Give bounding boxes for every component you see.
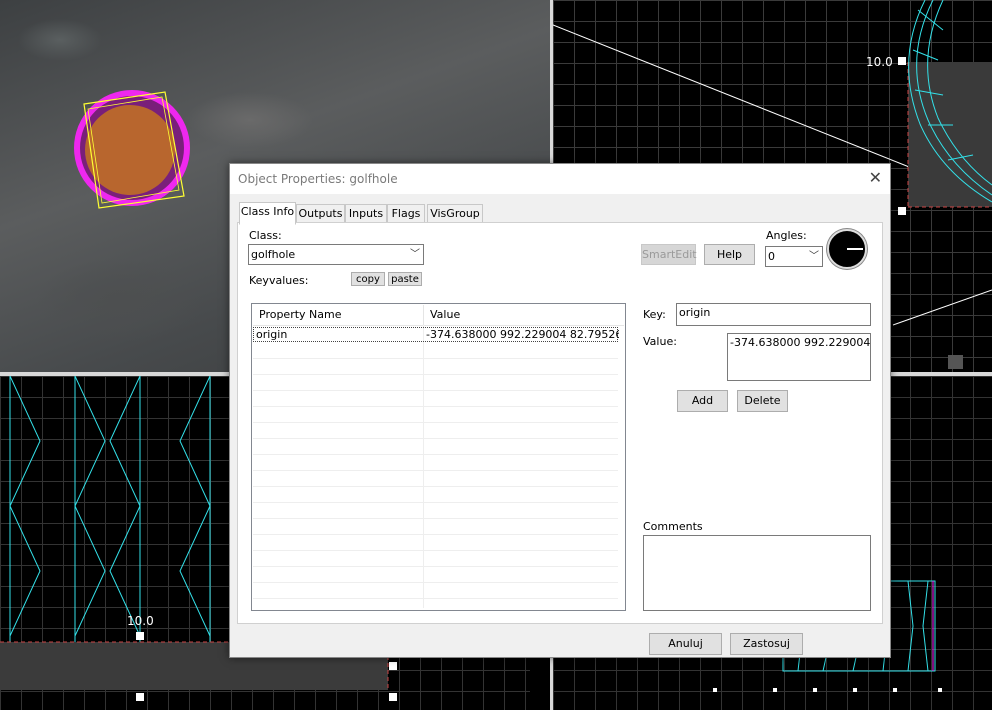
comments-field[interactable] (643, 535, 871, 611)
copy-button[interactable]: copy (351, 272, 385, 286)
table-row-empty (253, 583, 618, 599)
handle (389, 662, 397, 670)
class-select-value: golfhole (251, 248, 296, 261)
handle (898, 207, 906, 215)
table-row-empty (253, 343, 618, 359)
smartedit-button[interactable]: SmartEdit (641, 244, 697, 265)
tab-visgroup[interactable]: VisGroup (427, 204, 483, 224)
class-label: Class: (249, 229, 282, 242)
table-header: Property Name Value (253, 305, 624, 326)
dialog-title: Object Properties: golfhole (238, 172, 398, 186)
table-row-empty (253, 375, 618, 391)
table-row-empty (253, 503, 618, 519)
key-field[interactable]: origin (676, 303, 871, 326)
table-row-empty (253, 391, 618, 407)
comments-label: Comments (643, 520, 703, 533)
table-row-empty (253, 519, 618, 535)
row-property-name: origin (256, 328, 288, 341)
angle-compass-widget[interactable] (827, 229, 867, 269)
value-field[interactable]: -374.638000 992.229004 82. (727, 333, 871, 381)
handle (389, 693, 397, 701)
cancel-button[interactable]: Anuluj (649, 633, 722, 655)
table-row-empty (253, 535, 618, 551)
class-select[interactable]: golfhole ﹀ (248, 244, 424, 265)
row-value: -374.638000 992.229004 82.795265 (426, 328, 619, 341)
table-row-empty (253, 423, 618, 439)
table-row-empty (253, 567, 618, 583)
handle (898, 57, 906, 65)
table-row-empty (253, 455, 618, 471)
handle (136, 632, 144, 640)
column-header-property-name[interactable]: Property Name (253, 305, 424, 325)
keyvalues-table: Property Name Value origin -374.638000 9… (251, 303, 626, 611)
add-button[interactable]: Add (677, 390, 728, 412)
grid-scale-label: 10.0 (866, 55, 893, 69)
value-label: Value: (643, 335, 677, 348)
key-label: Key: (643, 308, 666, 321)
tab-flags[interactable]: Flags (387, 204, 425, 224)
close-icon[interactable]: ✕ (869, 168, 882, 187)
apply-button[interactable]: Zastosuj (730, 633, 803, 655)
table-row-empty (253, 439, 618, 455)
table-row-empty (253, 551, 618, 567)
paste-button[interactable]: paste (388, 272, 422, 286)
guide-line-2 (892, 289, 992, 326)
angles-label: Angles: (766, 229, 807, 242)
table-row[interactable]: origin -374.638000 992.229004 82.795265 (253, 327, 619, 342)
column-header-value[interactable]: Value (424, 305, 624, 325)
tab-inputs[interactable]: Inputs (345, 204, 387, 224)
table-row-empty (253, 359, 618, 375)
chevron-down-icon: ﹀ (809, 251, 819, 262)
brush-wireframe (9, 376, 211, 676)
table-row-empty (253, 471, 618, 487)
chevron-down-icon: ﹀ (410, 249, 420, 260)
handle (136, 693, 144, 701)
angles-select[interactable]: 0 ﹀ (765, 246, 823, 267)
angle-compass-hand (847, 248, 863, 250)
vertex-handles (713, 688, 942, 692)
help-button[interactable]: Help (704, 244, 755, 265)
dialog-titlebar[interactable]: Object Properties: golfhole ✕ (230, 164, 890, 194)
table-row-empty (253, 487, 618, 503)
tab-class-info[interactable]: Class Info (239, 202, 296, 225)
object-properties-dialog: Object Properties: golfhole ✕ Class Info… (229, 163, 891, 658)
tab-outputs[interactable]: Outputs (296, 204, 345, 224)
delete-button[interactable]: Delete (737, 390, 788, 412)
table-row-empty (253, 407, 618, 423)
grid-scale-label: 10.0 (127, 614, 154, 628)
scroll-thumb (948, 355, 963, 369)
keyvalues-label: Keyvalues: (249, 274, 309, 287)
angles-select-value: 0 (768, 250, 775, 263)
